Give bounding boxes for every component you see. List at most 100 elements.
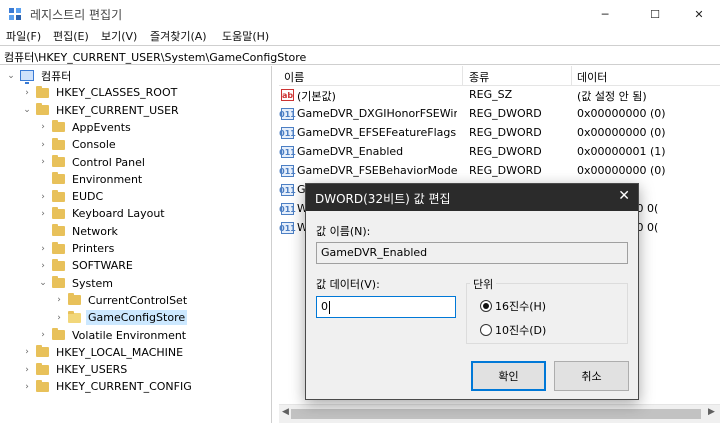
tree-item[interactable]: ›Environment	[38, 171, 144, 188]
tree-item-label: Volatile Environment	[72, 328, 187, 342]
folder-icon	[52, 258, 65, 271]
chevron-right-icon[interactable]: ›	[54, 295, 64, 305]
tree-item-label: HKEY_CLASSES_ROOT	[56, 86, 178, 100]
tree-item[interactable]: › Keyboard Layout	[38, 205, 167, 222]
radio-unselected-icon[interactable]	[480, 324, 492, 336]
chevron-right-icon[interactable]: ›	[38, 261, 48, 271]
address-bar[interactable]: 컴퓨터\HKEY_CURRENT_USER\System\GameConfigS…	[0, 45, 720, 65]
list-item[interactable]: 011 GameDVR_FSEBehaviorMode REG_DWORD 0x000…	[279, 162, 720, 181]
ok-button[interactable]: 확인	[471, 361, 546, 391]
tree-item[interactable]: ⌄ 컴퓨터	[6, 67, 73, 84]
tree-item-label: HKEY_CURRENT_USER	[56, 103, 179, 117]
value-name-field[interactable]: GameDVR_Enabled	[316, 242, 628, 264]
value-type: REG_DWORD	[469, 107, 542, 120]
tree-item[interactable]: › Control Panel	[38, 154, 147, 171]
value-name: GameDVR_EFSEFeatureFlags	[297, 126, 457, 139]
column-separator[interactable]	[462, 66, 463, 86]
chevron-right-icon[interactable]: ›	[22, 88, 32, 98]
folder-icon	[36, 103, 49, 116]
folder-icon	[52, 137, 65, 150]
menu-view[interactable]: 보기(V)	[101, 28, 137, 44]
close-icon: ✕	[694, 7, 704, 21]
list-item[interactable]: 011 GameDVR_DXGIHonorFSEWin... REG_DWORD 0x…	[279, 105, 720, 124]
chevron-right-icon[interactable]: ›	[22, 382, 32, 392]
text-caret	[329, 300, 330, 314]
chevron-down-icon[interactable]: ⌄	[6, 71, 16, 81]
chevron-right-icon[interactable]: ›	[38, 122, 48, 132]
radio-hex[interactable]: 16진수(H)	[480, 298, 546, 314]
list-item[interactable]: 011 GameDVR_EFSEFeatureFlags REG_DWORD 0x00…	[279, 124, 720, 143]
value-type: REG_DWORD	[469, 145, 542, 158]
value-type: REG_DWORD	[469, 126, 542, 139]
tree-item[interactable]: › HKEY_CURRENT_CONFIG	[22, 378, 194, 395]
column-name[interactable]: 이름	[284, 69, 304, 85]
radio-decimal[interactable]: 10진수(D)	[480, 322, 546, 338]
tree-item-label: HKEY_USERS	[56, 363, 128, 377]
tree-item-label: Network	[72, 224, 118, 238]
column-separator[interactable]	[571, 66, 572, 86]
value-data-input[interactable]: 0	[316, 296, 456, 318]
scroll-thumb[interactable]	[291, 409, 701, 419]
tree-item[interactable]: › Volatile Environment	[38, 327, 188, 344]
menu-edit[interactable]: 편집(E)	[53, 28, 89, 44]
tree-item[interactable]: › AppEvents	[38, 119, 133, 136]
scroll-left-icon[interactable]: ◀	[282, 407, 289, 417]
chevron-right-icon[interactable]: ›	[38, 192, 48, 202]
tree-item[interactable]: ›Network	[38, 223, 120, 240]
value-data: 0x00000001 (1)	[577, 145, 666, 158]
tree-item-label: SOFTWARE	[72, 259, 133, 273]
tree-item[interactable]: › SOFTWARE	[38, 257, 135, 274]
value-data: 0x00000000 (0)	[577, 126, 666, 139]
list-item[interactable]: 011 GameDVR_Enabled REG_DWORD 0x00000001 (1…	[279, 143, 720, 162]
dword-value-icon: 011	[279, 222, 296, 234]
folder-icon	[52, 172, 65, 185]
edit-dword-dialog: DWORD(32비트) 값 편집 ✕ 값 이름(N): GameDVR_Enab…	[305, 183, 639, 400]
folder-icon	[52, 241, 65, 254]
tree-item[interactable]: › GameConfigStore	[54, 309, 188, 326]
registry-editor-icon	[9, 8, 21, 20]
computer-icon	[20, 70, 34, 84]
value-name: GameDVR_FSEBehaviorMode	[297, 164, 457, 177]
horizontal-scrollbar[interactable]: ◀ ▶	[279, 404, 720, 423]
chevron-right-icon[interactable]: ›	[38, 157, 48, 167]
tree-item[interactable]: › Printers	[38, 240, 116, 257]
chevron-right-icon[interactable]: ›	[38, 330, 48, 340]
chevron-right-icon[interactable]: ›	[38, 140, 48, 150]
scroll-right-icon[interactable]: ▶	[708, 407, 715, 417]
tree-item[interactable]: › CurrentControlSet	[54, 292, 189, 309]
chevron-right-icon[interactable]: ›	[54, 313, 64, 323]
menu-file[interactable]: 파일(F)	[6, 28, 41, 44]
dword-value-icon: 011	[279, 165, 296, 177]
tree-item[interactable]: › EUDC	[38, 188, 105, 205]
value-name: GameDVR_DXGIHonorFSEWin...	[297, 107, 457, 120]
folder-icon	[52, 206, 65, 219]
value-data: 0x00000000 (0)	[577, 107, 666, 120]
tree-item[interactable]: › HKEY_CLASSES_ROOT	[22, 84, 179, 101]
value-data: 0x00000000 (0)	[577, 164, 666, 177]
menu-favorites[interactable]: 즐겨찾기(A)	[150, 28, 207, 44]
chevron-down-icon[interactable]: ⌄	[22, 105, 32, 115]
tree-item[interactable]: › Console	[38, 136, 118, 153]
tree-item[interactable]: ⌄ System	[38, 275, 115, 292]
tree-item[interactable]: › HKEY_LOCAL_MACHINE	[22, 344, 185, 361]
minimize-button[interactable]: ─	[582, 0, 628, 28]
dialog-close-icon[interactable]: ✕	[618, 188, 630, 204]
chevron-right-icon[interactable]: ›	[38, 244, 48, 254]
column-type[interactable]: 종류	[469, 69, 489, 85]
chevron-right-icon[interactable]: ›	[22, 365, 32, 375]
close-button[interactable]: ✕	[676, 0, 720, 28]
chevron-right-icon[interactable]: ›	[22, 347, 32, 357]
tree-item-label: Environment	[72, 172, 143, 186]
cancel-button[interactable]: 취소	[554, 361, 629, 391]
folder-icon	[52, 120, 65, 133]
tree-item[interactable]: › HKEY_USERS	[22, 361, 129, 378]
chevron-right-icon[interactable]: ›	[38, 209, 48, 219]
column-data[interactable]: 데이터	[577, 69, 607, 85]
menu-bar: 파일(F) 편집(E) 보기(V) 즐겨찾기(A) 도움말(H)	[0, 26, 720, 45]
menu-help[interactable]: 도움말(H)	[222, 28, 269, 44]
radio-selected-icon[interactable]	[480, 300, 492, 312]
list-item[interactable]: ab (기본값) REG_SZ (값 설정 안 됨)	[279, 86, 720, 105]
tree-item[interactable]: ⌄ HKEY_CURRENT_USER	[22, 102, 181, 119]
maximize-button[interactable]: ☐	[632, 0, 678, 28]
chevron-down-icon[interactable]: ⌄	[38, 278, 48, 288]
